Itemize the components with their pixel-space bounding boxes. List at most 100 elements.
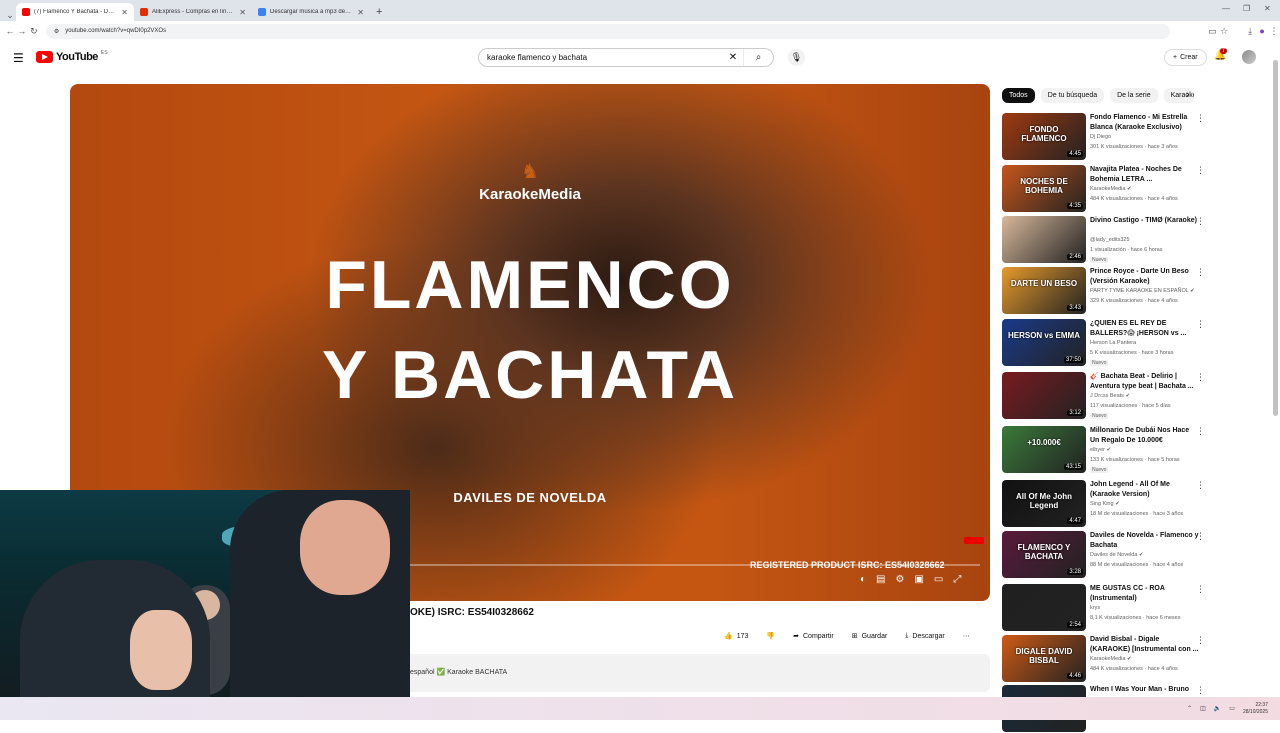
more-options-icon[interactable]: ⋮ bbox=[1196, 372, 1205, 383]
recommendation-item[interactable]: DIGALE DAVID BISBAL 4:46 David Bisbal - Di… bbox=[1002, 635, 1212, 683]
more-options-icon[interactable]: ⋮ bbox=[1196, 216, 1205, 227]
autoplay-toggle-icon[interactable]: ◐ bbox=[860, 574, 866, 585]
recommendation-title[interactable]: When I Was Your Man - Bruno bbox=[1090, 685, 1200, 695]
more-options-icon[interactable]: ⋮ bbox=[1196, 584, 1205, 595]
more-options-icon[interactable]: ⋮ bbox=[1196, 165, 1205, 176]
settings-gear-icon[interactable]: ⚙ bbox=[896, 574, 905, 585]
recommendation-channel[interactable]: krys bbox=[1090, 605, 1100, 611]
more-options-icon[interactable]: ⋮ bbox=[1196, 635, 1205, 646]
volume-icon[interactable]: 🔈 bbox=[1214, 705, 1221, 712]
recommendation-thumbnail[interactable]: NOCHES DE BOHEMIA 4:35 bbox=[1002, 165, 1086, 212]
recommendation-thumbnail[interactable]: 2:54 bbox=[1002, 584, 1086, 631]
back-icon[interactable]: ← bbox=[4, 26, 16, 36]
recommendation-thumbnail[interactable]: DIGALE DAVID BISBAL 4:46 bbox=[1002, 635, 1086, 682]
cast-icon[interactable]: ▭ bbox=[1206, 26, 1218, 37]
create-button[interactable]: + Crear bbox=[1164, 49, 1207, 66]
recommendation-title[interactable]: John Legend - All Of Me (Karaoke Version… bbox=[1090, 480, 1200, 500]
like-button[interactable]: 👍 173 bbox=[718, 628, 754, 644]
recommendation-channel[interactable]: Daviles de Novelda ✔ bbox=[1090, 552, 1144, 558]
more-actions-button[interactable]: ⋯ bbox=[957, 628, 976, 644]
search-icon[interactable]: ⌕ bbox=[743, 49, 773, 66]
battery-icon[interactable]: ▭ bbox=[1229, 705, 1235, 712]
recommendation-thumbnail[interactable]: All Of Me John Legend 4:47 bbox=[1002, 480, 1086, 527]
page-scrollbar[interactable] bbox=[1273, 60, 1278, 416]
fullscreen-icon[interactable]: ⤢ bbox=[953, 574, 961, 585]
recommendation-title[interactable]: ME GUSTAS CC - ROA (Instrumental) bbox=[1090, 584, 1200, 604]
hamburger-menu-icon[interactable]: ☰ bbox=[13, 51, 24, 65]
site-info-icon[interactable]: ⚙ bbox=[54, 28, 59, 35]
recommendation-title[interactable]: David Bisbal - Digale (KARAOKE) [Instrum… bbox=[1090, 635, 1200, 655]
browser-menu-icon[interactable]: ⋮ bbox=[1268, 26, 1280, 37]
avatar[interactable] bbox=[1242, 50, 1256, 64]
recommendation-channel[interactable]: PARTY TYME KARAOKE EN ESPAÑOL ✔ bbox=[1090, 288, 1195, 294]
recommendation-item[interactable]: HERSON vs EMMA 37:50 ¿QUIEN ES EL REY DE B… bbox=[1002, 319, 1212, 367]
browser-tab-download[interactable]: Descargar música a mp3 desde ✕ bbox=[252, 3, 370, 21]
recommendation-thumbnail[interactable]: DARTE UN BESO 3:43 bbox=[1002, 267, 1086, 314]
recommendation-channel[interactable]: Dj Diego bbox=[1090, 134, 1111, 140]
recommendation-title[interactable]: 🎸 Bachata Beat - Delirio | Aventura type… bbox=[1090, 372, 1200, 392]
more-options-icon[interactable]: ⋮ bbox=[1196, 685, 1205, 696]
minimize-icon[interactable]: — bbox=[1222, 4, 1230, 13]
recommendation-channel[interactable]: elbyer ✔ bbox=[1090, 447, 1111, 453]
search-box[interactable]: karaoke flamenco y bachata ✕ ⌕ bbox=[478, 48, 774, 67]
tray-chevron-icon[interactable]: ⌃ bbox=[1187, 705, 1192, 712]
recommendation-thumbnail[interactable]: FONDO FLAMENCO 4:45 bbox=[1002, 113, 1086, 160]
forward-icon[interactable]: → bbox=[16, 26, 28, 36]
recommendation-title[interactable]: Divino Castigo - TIMØ (Karaoke) bbox=[1090, 216, 1200, 226]
recommendation-channel[interactable]: KaraokeMedia ✔ bbox=[1090, 186, 1132, 192]
close-window-icon[interactable]: ✕ bbox=[1264, 4, 1271, 13]
recommendation-item[interactable]: NOCHES DE BOHEMIA 4:35 Navajita Platea - N… bbox=[1002, 165, 1212, 213]
chip-all[interactable]: Todos bbox=[1002, 88, 1035, 103]
chip-from-series[interactable]: De la serie bbox=[1110, 88, 1158, 103]
recommendation-channel[interactable]: Sing King ✔ bbox=[1090, 501, 1120, 507]
recommendation-thumbnail[interactable]: +10.000€ 43:15 bbox=[1002, 426, 1086, 473]
chevron-right-icon[interactable]: › bbox=[1186, 89, 1189, 100]
recommendation-thumbnail[interactable]: 2:46 bbox=[1002, 216, 1086, 263]
recommendation-item[interactable]: All Of Me John Legend 4:47 John Legend - A… bbox=[1002, 480, 1212, 528]
recommendation-item[interactable]: +10.000€ 43:15 Millonario De Dubái Nos Hac… bbox=[1002, 426, 1212, 474]
recommendation-channel[interactable]: KaraokeMedia ✔ bbox=[1090, 656, 1132, 662]
restore-icon[interactable]: ❐ bbox=[1243, 4, 1250, 13]
subtitles-icon[interactable]: ▤ bbox=[876, 574, 885, 585]
recommendation-channel[interactable]: J Drcss Beats ✔ bbox=[1090, 393, 1130, 399]
new-tab-button[interactable]: + bbox=[376, 6, 382, 18]
browser-tab-aliexpress[interactable]: AliExpress - Compras en línea p ✕ bbox=[134, 3, 252, 21]
reload-icon[interactable]: ↻ bbox=[28, 26, 40, 37]
chip-from-search[interactable]: De tu búsqueda bbox=[1040, 88, 1105, 103]
browser-tab-youtube[interactable]: (7) Flamenco Y Bachata - Davile ✕ bbox=[16, 3, 134, 21]
recommendation-item[interactable]: 2:46 Divino Castigo - TIMØ (Karaoke) @lady… bbox=[1002, 216, 1212, 264]
dislike-button[interactable]: 👎 bbox=[760, 628, 781, 644]
search-input[interactable]: karaoke flamenco y bachata bbox=[487, 53, 723, 62]
bookmark-star-icon[interactable]: ☆ bbox=[1218, 26, 1230, 37]
url-field[interactable]: ⚙ youtube.com/watch?v=qwDI0p2VXOs bbox=[45, 23, 1171, 39]
recommendation-title[interactable]: Prince Royce - Darte Un Beso (Versión Ka… bbox=[1090, 267, 1200, 287]
recommendation-channel[interactable]: @lady_edits325 bbox=[1090, 237, 1130, 243]
download-button[interactable]: ⤓ Descargar bbox=[899, 628, 950, 644]
save-button[interactable]: ⊞ Guardar bbox=[846, 628, 894, 644]
share-button[interactable]: ➦ Compartir bbox=[787, 628, 840, 644]
more-options-icon[interactable]: ⋮ bbox=[1196, 531, 1205, 542]
network-icon[interactable]: ◫ bbox=[1200, 705, 1206, 712]
notifications-bell-icon[interactable]: 🔔 7 bbox=[1214, 48, 1227, 61]
recommendation-item[interactable]: FLAMENCO Y BACHATA 3:28 Daviles de Novelda… bbox=[1002, 531, 1212, 579]
recommendation-title[interactable]: Daviles de Novelda - Flamenco y Bachata bbox=[1090, 531, 1200, 551]
tab-list-icon[interactable]: ⌄ bbox=[4, 10, 16, 21]
miniplayer-icon[interactable]: ▣ bbox=[914, 574, 923, 585]
clock[interactable]: 22:37 28/10/2025 bbox=[1243, 702, 1268, 716]
recommendation-title[interactable]: Navajita Platea - Noches De Bohemia LETR… bbox=[1090, 165, 1200, 185]
more-options-icon[interactable]: ⋮ bbox=[1196, 267, 1205, 278]
more-options-icon[interactable]: ⋮ bbox=[1196, 319, 1205, 330]
downloads-icon[interactable]: ⤓ bbox=[1244, 26, 1256, 37]
recommendation-item[interactable]: 2:54 ME GUSTAS CC - ROA (Instrumental) kry… bbox=[1002, 584, 1212, 632]
microphone-icon[interactable]: 🎙 bbox=[788, 49, 805, 66]
recommendation-thumbnail[interactable]: HERSON vs EMMA 37:50 bbox=[1002, 319, 1086, 366]
recommendation-channel[interactable]: Herson La Pantera bbox=[1090, 340, 1136, 346]
clear-search-icon[interactable]: ✕ bbox=[723, 52, 743, 63]
close-tab-icon[interactable]: ✕ bbox=[239, 8, 246, 17]
youtube-logo[interactable]: YouTube ES bbox=[36, 50, 108, 63]
recommendation-title[interactable]: Millonario De Dubái Nos Hace Un Regalo D… bbox=[1090, 426, 1200, 446]
more-options-icon[interactable]: ⋮ bbox=[1196, 113, 1205, 124]
recommendation-thumbnail[interactable]: FLAMENCO Y BACHATA 3:28 bbox=[1002, 531, 1086, 578]
more-options-icon[interactable]: ⋮ bbox=[1196, 480, 1205, 491]
close-tab-icon[interactable]: ✕ bbox=[121, 8, 128, 17]
